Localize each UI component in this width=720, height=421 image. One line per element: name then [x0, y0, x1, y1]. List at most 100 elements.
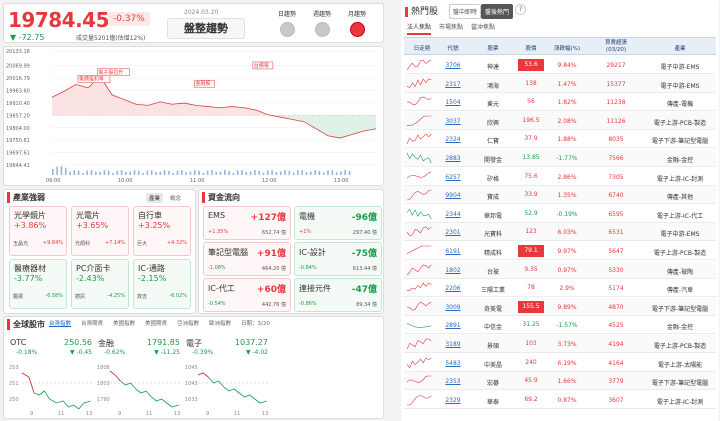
flow-tile[interactable]: EMS +127億 +1.35% 652.74 億: [203, 206, 291, 240]
global-tab[interactable]: 台灣期貨: [81, 319, 103, 327]
industry-tile[interactable]: 自行車 +3.25% 巨大 +4.32%: [133, 206, 191, 256]
stock-code[interactable]: 6257: [440, 174, 466, 181]
stock-name[interactable]: 華泰: [474, 397, 512, 406]
trend-option-daily[interactable]: 日趨勢: [267, 9, 307, 37]
table-row[interactable]: 6257 矽格 75.6 2.86% 7305 電子上游-IC-封測: [404, 168, 716, 186]
table-row[interactable]: 2317 鴻海 138 1.47% 15377 電子中游-EMS: [404, 74, 716, 93]
stock-code[interactable]: 2344: [440, 211, 466, 218]
global-tab[interactable]: 台灣指數: [49, 319, 71, 327]
global-mini-chart[interactable]: OTC 250.56 -0.18% ▼ -0.45 253 251 250 9 11 13: [8, 337, 94, 417]
flow-tile[interactable]: 電機 -96億 +1% 297.40 億: [294, 206, 382, 240]
tab-industry[interactable]: 產業: [146, 193, 164, 203]
table-row[interactable]: 2324 仁寶 37.9 1.88% 8035 電子下游-筆記型電腦: [404, 130, 716, 149]
stock-name[interactable]: 欣興: [474, 118, 512, 127]
global-tab[interactable]: 美國期貨: [145, 319, 167, 327]
global-tab[interactable]: 歐洲指數: [209, 319, 231, 327]
global-tab[interactable]: 美國指數: [113, 319, 135, 327]
table-row[interactable]: 5483 中美晶 240 6.19% 4164 電子上游-太陽能: [404, 354, 716, 372]
trend-option-weekly[interactable]: 週趨勢: [302, 9, 342, 37]
help-icon[interactable]: ?: [515, 4, 527, 15]
table-row[interactable]: 2344 華邦電 52.9 -0.19% 6595 電子上游-IC-代工: [404, 205, 716, 223]
flow-tile[interactable]: IC-代工 +60億 -0.54% 442.76 億: [203, 278, 291, 312]
annotation-label[interactable]: 美債殖利率: [79, 76, 104, 83]
stock-name[interactable]: 景碩: [474, 341, 512, 350]
table-row[interactable]: 3706 神達 53.6 9.84% 29217 電子中游-EMS: [404, 56, 716, 74]
stock-code[interactable]: 2301: [440, 229, 466, 236]
table-row[interactable]: 6191 精成科 79.1 9.97% 5647 電子上游-PCB-製造: [404, 242, 716, 260]
tab-after-hours[interactable]: 盤後熱門: [481, 4, 514, 19]
stock-code[interactable]: 1504: [440, 99, 466, 106]
stock-name[interactable]: 宏碁: [474, 378, 512, 387]
global-mini-chart[interactable]: 電子 1037.27 -0.39% ▼ -4.02 1045 1043 1033 9 11 13: [184, 337, 270, 417]
annotation-label[interactable]: 台積電: [254, 62, 269, 69]
tab-concept[interactable]: 概念: [167, 193, 184, 203]
subtab-daytrade[interactable]: 當沖焦點: [471, 22, 495, 33]
table-row[interactable]: 1802 台玻 9.35 0.97% 5330 傳產-玻陶: [404, 260, 716, 279]
stock-name[interactable]: 三陽工業: [474, 285, 512, 294]
stock-code[interactable]: 2206: [440, 285, 466, 292]
stock-code[interactable]: 3189: [440, 341, 466, 348]
flow-tile[interactable]: 筆記型電腦 +91億 -1.08% 464.20 億: [203, 242, 291, 276]
stock-name[interactable]: 中信金: [474, 322, 512, 331]
industry-leader: 光頡科: [75, 241, 91, 247]
stock-code[interactable]: 5483: [440, 360, 466, 367]
volume-bar: [198, 170, 200, 175]
flow-tile[interactable]: IC-設計 -75億 -0.84% 613.44 億: [294, 242, 382, 276]
stock-name[interactable]: 寶成: [474, 192, 512, 201]
table-row[interactable]: 3009 奇美電 155.5 9.89% 4870 電子下游-筆記型電腦: [404, 297, 716, 316]
industry-tile[interactable]: 光電片 +3.65% 光頡科 +7.14%: [71, 206, 129, 256]
table-row[interactable]: 3189 景碩 103 3.73% 4194 電子上游-PCB-製造: [404, 335, 716, 353]
tab-intraday[interactable]: 盤中即時: [449, 4, 482, 19]
annotation-label[interactable]: 電子股拉升: [98, 69, 123, 76]
global-mini-chart[interactable]: 金融 1791.85 -0.62% ▼ -11.25 1808 1803 1790 9 11 13: [96, 337, 182, 417]
stock-code[interactable]: 9904: [440, 192, 466, 199]
table-row[interactable]: 9904 寶成 33.9 1.35% 6740 傳產-其他: [404, 186, 716, 205]
stock-name[interactable]: 鴻海: [474, 81, 512, 90]
industry-tile[interactable]: 醫療器材 -3.77% 醫揚 -6.58%: [9, 259, 67, 309]
industry-tile[interactable]: PC介面卡 -2.43% 撼訊 -4.25%: [71, 259, 129, 309]
sparkline-icon: [407, 375, 432, 383]
stock-code[interactable]: 3037: [440, 118, 466, 125]
stock-name[interactable]: 光寶科: [474, 229, 512, 238]
intraday-chart-svg: 20133.18 20069.99 20016.79 19963.60 19910.40…: [6, 49, 377, 184]
flow-tile[interactable]: 連接元件 -47億 -0.86% 89.34 億: [294, 278, 382, 312]
stock-code[interactable]: 1802: [440, 267, 466, 274]
stock-name[interactable]: 神達: [474, 62, 512, 71]
stock-name[interactable]: 矽格: [474, 174, 512, 183]
stock-name[interactable]: 仁寶: [474, 136, 512, 145]
stock-name[interactable]: 開發金: [474, 155, 512, 164]
stock-code[interactable]: 2891: [440, 322, 466, 329]
table-row[interactable]: 3037 欣興 196.5 2.08% 11126 電子上游-PCB-製造: [404, 111, 716, 130]
stock-name[interactable]: 台玻: [474, 267, 512, 276]
stock-code[interactable]: 2883: [440, 155, 466, 162]
annotation-label[interactable]: 金融股: [196, 80, 211, 87]
trend-option-monthly[interactable]: 月趨勢: [337, 9, 377, 37]
subtab-market[interactable]: 市場焦點: [439, 22, 463, 33]
stock-code[interactable]: 2329: [440, 397, 466, 404]
table-row[interactable]: 2883 開發金 13.85 -1.77% 7566 金融-金控: [404, 149, 716, 167]
stock-name[interactable]: 精成科: [474, 248, 512, 257]
stock-code[interactable]: 6191: [440, 248, 466, 255]
table-row[interactable]: 2206 三陽工業 78 2.9% 5174 傳產-汽車: [404, 279, 716, 298]
stock-name[interactable]: 東元: [474, 99, 512, 108]
global-tab[interactable]: 亞洲指數: [177, 319, 199, 327]
mini-pct: -0.39%: [192, 349, 214, 356]
global-tab[interactable]: 日期：3/20: [241, 319, 270, 327]
stock-name[interactable]: 華邦電: [474, 211, 512, 220]
table-row[interactable]: 2301 光寶科 123 6.03% 6531 電子中游-EMS: [404, 223, 716, 242]
industry-tile[interactable]: IC-通路 -2.15% 敦吉 -6.02%: [133, 259, 191, 309]
stock-net: 4870: [608, 303, 624, 311]
table-row[interactable]: 2353 宏碁 45.9 1.66% 3779 電子下游-筆記型電腦: [404, 372, 716, 391]
table-row[interactable]: 2891 中信金 31.25 -1.57% 4525 金融-金控: [404, 316, 716, 335]
stock-code[interactable]: 2353: [440, 378, 466, 385]
table-row[interactable]: 1504 東元 56 1.82% 11238 傳產-電機: [404, 93, 716, 112]
industry-tile[interactable]: 光學鏡片 +3.86% 玉晶光 +9.84%: [9, 206, 67, 256]
stock-name[interactable]: 中美晶: [474, 360, 512, 369]
stock-code[interactable]: 3706: [440, 62, 466, 69]
stock-code[interactable]: 3009: [440, 304, 466, 311]
stock-code[interactable]: 2317: [440, 81, 466, 88]
stock-name[interactable]: 奇美電: [474, 304, 512, 313]
stock-code[interactable]: 2324: [440, 136, 466, 143]
table-row[interactable]: 2329 華泰 69.2 0.87% 3607 電子上游-IC-封測: [404, 391, 716, 409]
subtab-institutional[interactable]: 法人焦點: [407, 22, 432, 35]
